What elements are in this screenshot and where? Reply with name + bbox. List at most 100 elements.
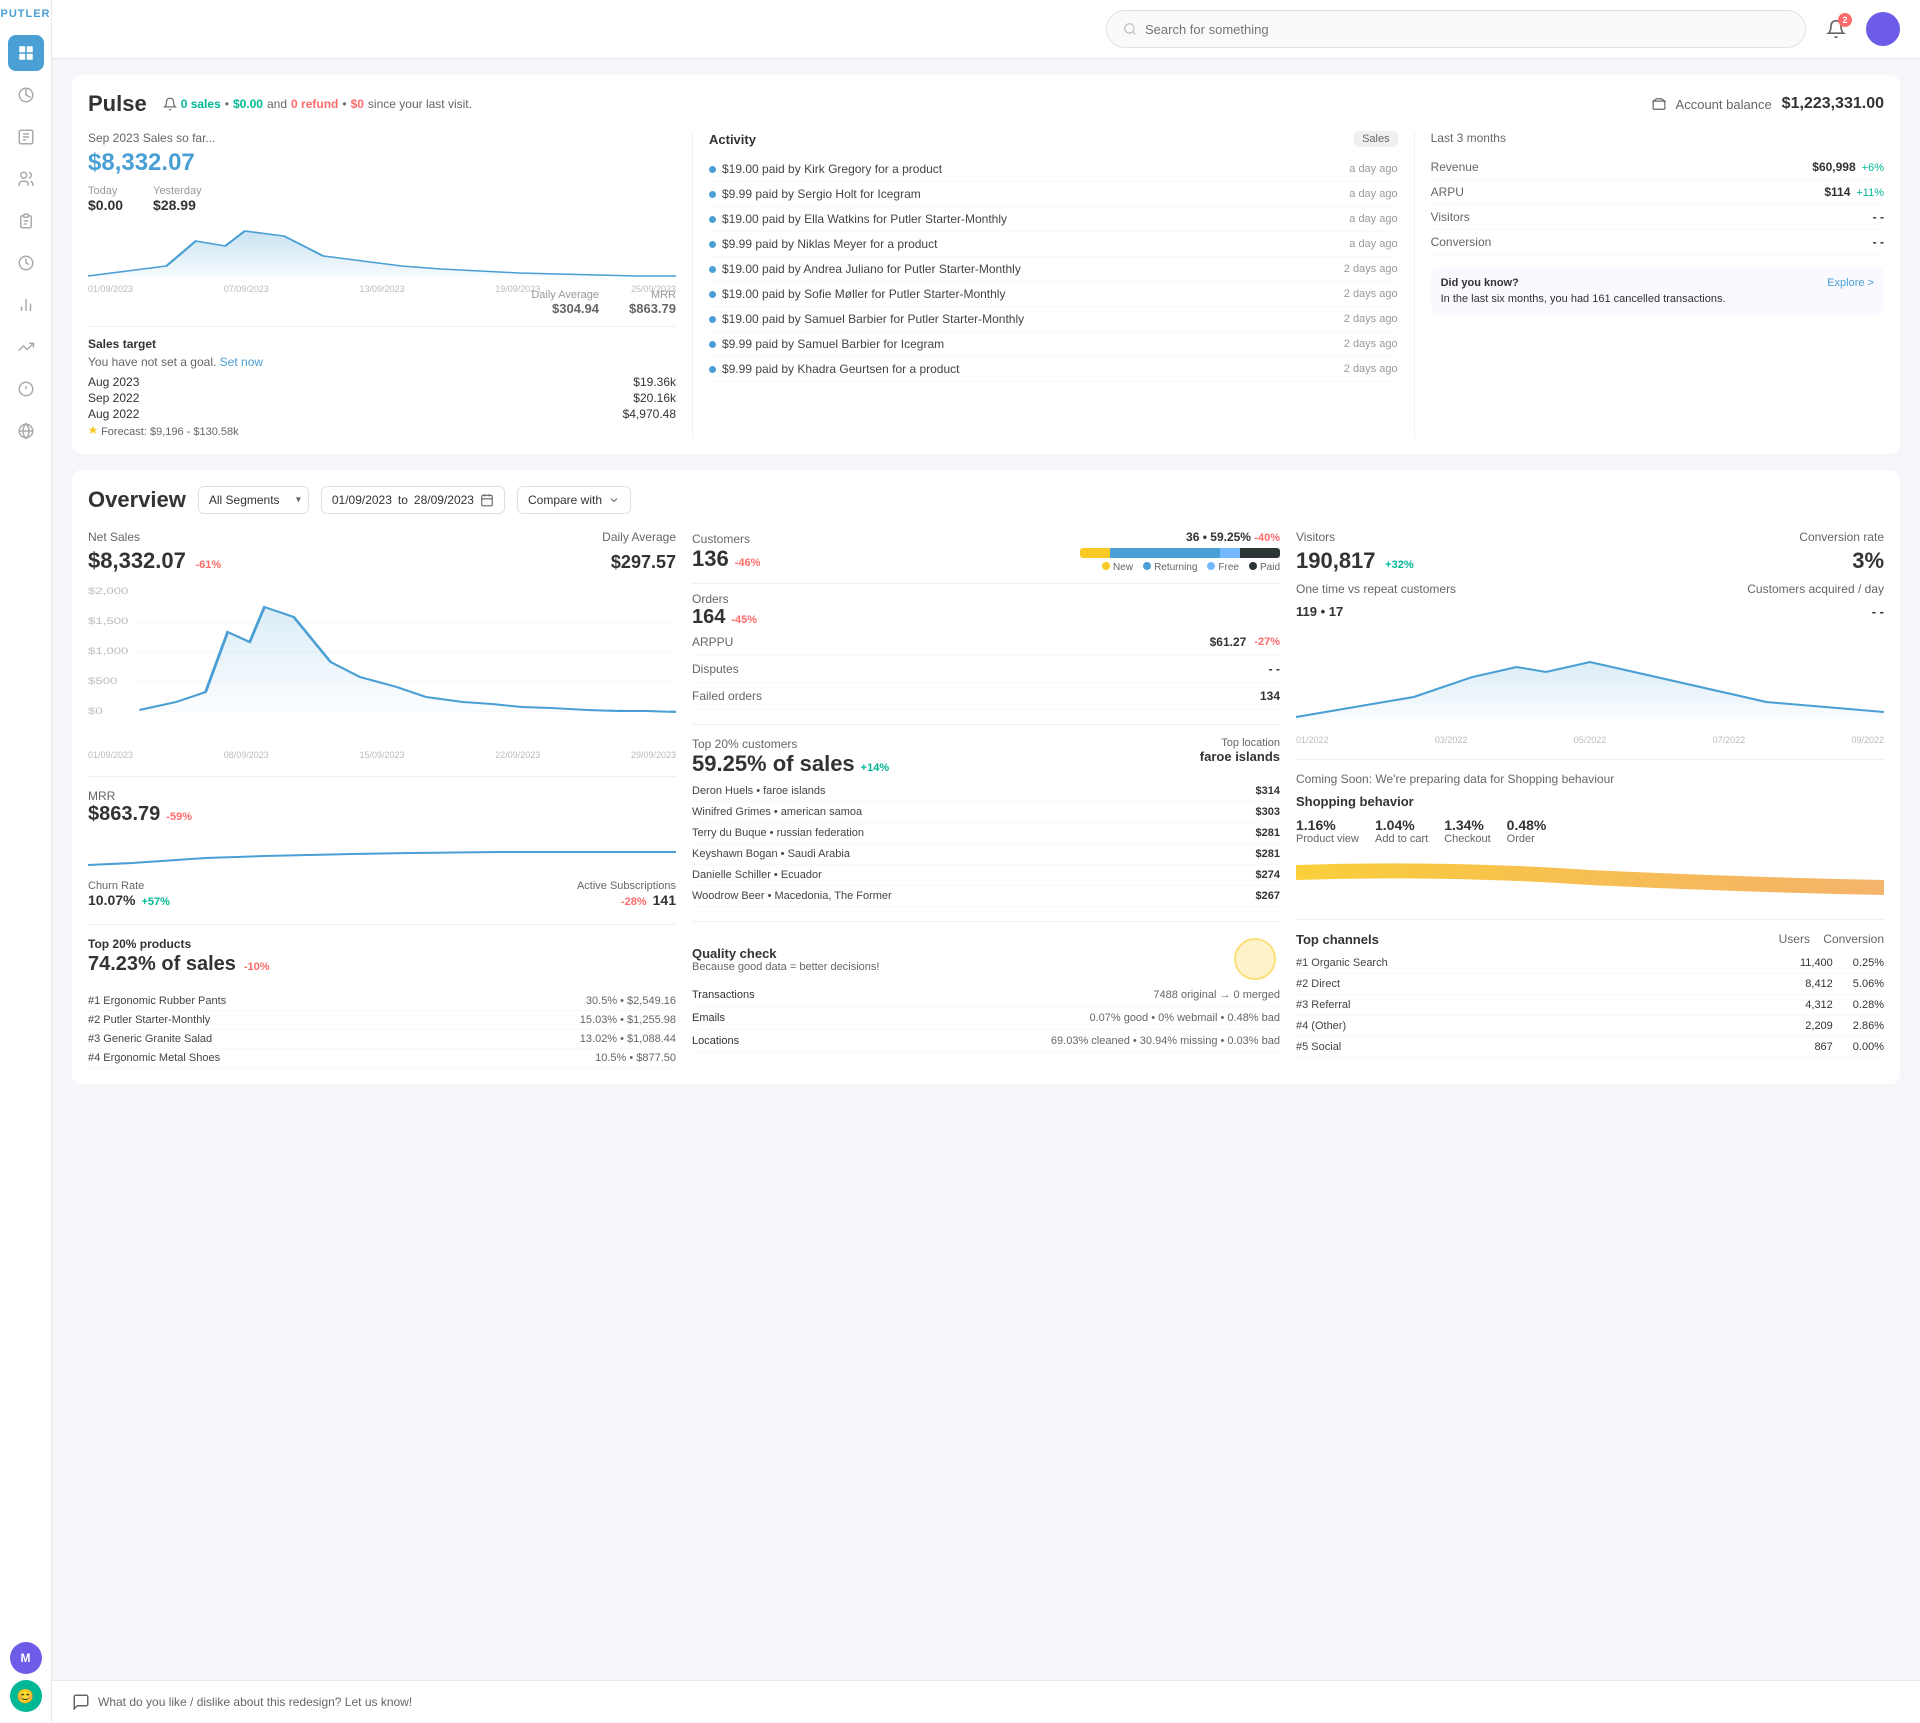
acquired-label: Customers acquired / day [1747,582,1884,596]
disputes-value: - - [1269,662,1280,676]
user-avatar-m[interactable]: M [10,1642,42,1674]
set-now-link[interactable]: Set now [220,355,263,369]
refund-count: 0 refund [291,97,338,111]
user-avatar-emoji[interactable]: 😊 [10,1680,42,1712]
feedback-bar: What do you like / dislike about this re… [52,1680,1920,1723]
activity-time: a day ago [1349,163,1397,175]
sidebar-item-analytics[interactable] [8,77,44,113]
channels-conversion-label: Conversion [1823,932,1884,946]
sales-main-amount: $8,332.07 [88,149,676,177]
customer-name: Keyshawn Bogan • Saudi Arabia [692,848,850,860]
customers-bar-change: -40% [1254,532,1280,544]
sidebar: PUTLER M 😊 [0,0,52,1723]
metric-row: Visitors- - [1431,205,1884,230]
search-input[interactable] [1145,22,1789,37]
activity-text: $9.99 paid by Khadra Geurtsen for a prod… [722,362,1344,376]
metric-label: Conversion [1431,235,1492,249]
compare-with-button[interactable]: Compare with [517,486,631,514]
customer-name: Terry du Buque • russian federation [692,827,864,839]
metric-label: Revenue [1431,160,1479,174]
metric-label: Visitors [1431,210,1470,224]
user-avatar-top[interactable] [1866,12,1900,46]
date-range-picker[interactable]: 01/09/2023 to 28/09/2023 [321,486,505,514]
sales-period: Sep 2023 Sales so far... [88,131,676,145]
yesterday-value: $28.99 [153,197,202,213]
sidebar-item-charts[interactable] [8,287,44,323]
failed-orders-label: Failed orders [692,689,762,703]
daily-avg-value: $304.94 [531,301,599,316]
visitors-label: Visitors [1296,530,1335,544]
sidebar-item-trends[interactable] [8,329,44,365]
product-stats: 15.03% • $1,255.98 [580,1014,676,1026]
activity-list-item: $19.00 paid by Andrea Juliano for Putler… [709,257,1398,282]
metric-label: ARPU [1431,185,1464,199]
sales-chart-labels: 01/09/2023 07/09/2023 13/09/2023 19/09/2… [88,284,676,294]
customer-name: Danielle Schiller • Ecuador [692,869,822,881]
activity-dot [709,166,716,173]
segment-select-wrapper[interactable]: All Segments [198,486,309,514]
search-bar[interactable] [1106,10,1806,48]
yesterday-block: Yesterday $28.99 [153,185,202,213]
channel-name: #2 Direct [1296,978,1340,990]
compare-label: Compare with [528,493,602,507]
customer-bar [1080,548,1280,558]
net-sales-header: Net Sales Daily Average [88,530,676,544]
sidebar-item-dashboard[interactable] [8,35,44,71]
sidebar-item-customers[interactable] [8,161,44,197]
refund-amount: $0 [351,97,364,111]
sidebar-item-insights[interactable] [8,371,44,407]
channel-name: #1 Organic Search [1296,957,1388,969]
top-location-value: faroe islands [1200,749,1280,764]
sidebar-item-revenue[interactable] [8,245,44,281]
activity-dot [709,266,716,273]
quality-item-value: 7488 original → 0 merged [1153,989,1280,1001]
date-to: 28/09/2023 [414,493,474,507]
segment-select[interactable]: All Segments [198,486,309,514]
channel-name: #4 (Other) [1296,1020,1346,1032]
conversion-value: 3% [1852,548,1884,574]
customer-amount: $314 [1256,785,1280,797]
top-products-change: -10% [244,961,270,973]
activity-list-item: $9.99 paid by Sergio Holt for Icegrama d… [709,182,1398,207]
channel-stats: 2,2092.86% [1805,1020,1884,1032]
metric-change: +11% [1856,187,1884,199]
product-item: #3 Generic Granite Salad13.02% • $1,088.… [88,1030,676,1049]
bell-icon [163,97,177,111]
shopping-metric-checkout: 1.34% Checkout [1444,817,1490,845]
metrics-list: Revenue$60,998+6%ARPU$114+11%Visitors- -… [1431,155,1884,255]
mrr-card: MRR $863.79 -59% [88,776,676,908]
bar-returning [1110,548,1220,558]
target-row-aug22: Aug 2022$4,970.48 [88,407,676,421]
right-column: Visitors Conversion rate 190,817 +32% 3%… [1296,530,1884,1068]
pulse-grid: Sep 2023 Sales so far... $8,332.07 Today… [88,131,1884,438]
sidebar-item-orders[interactable] [8,203,44,239]
sidebar-item-reports[interactable] [8,119,44,155]
net-sales-chart: $2,000 $1,500 $1,000 $500 $0 [88,582,676,742]
notification-button[interactable]: 2 [1818,11,1854,47]
product-item: #2 Putler Starter-Monthly15.03% • $1,255… [88,1011,676,1030]
customer-item: Terry du Buque • russian federation$281 [692,823,1280,844]
shopping-metric-cart: 1.04% Add to cart [1375,817,1428,845]
activity-header: Activity Sales [709,131,1398,147]
content-area: Pulse 0 sales • $0.00 and 0 refund • $0 … [52,59,1920,1100]
product-item: #4 Ergonomic Metal Shoes10.5% • $877.50 [88,1049,676,1068]
today-block: Today $0.00 [88,185,123,213]
explore-link[interactable]: Explore > [1827,277,1874,289]
one-time-row: One time vs repeat customers Customers a… [1296,582,1884,596]
bar-legend: New Returning Free Paid [1080,562,1280,573]
sidebar-item-global[interactable] [8,413,44,449]
activity-filter-badge[interactable]: Sales [1354,131,1398,147]
activity-card: Activity Sales $19.00 paid by Kirk Grego… [692,131,1398,438]
net-sales-amount: $8,332.07 [88,548,186,573]
chat-icon [72,1693,90,1711]
channels-title: Top channels [1296,932,1379,947]
target-row-aug23: Aug 2023$19.36k [88,375,676,389]
activity-dot [709,366,716,373]
calendar-icon [480,493,494,507]
daily-avg-label-overview: Daily Average [602,530,676,544]
customer-name: Woodrow Beer • Macedonia, The Former [692,890,892,902]
channel-item: #1 Organic Search11,4000.25% [1296,953,1884,974]
arppu-change: -27% [1254,636,1280,648]
quality-title: Quality check [692,946,879,961]
target-row-sep22: Sep 2022$20.16k [88,391,676,405]
